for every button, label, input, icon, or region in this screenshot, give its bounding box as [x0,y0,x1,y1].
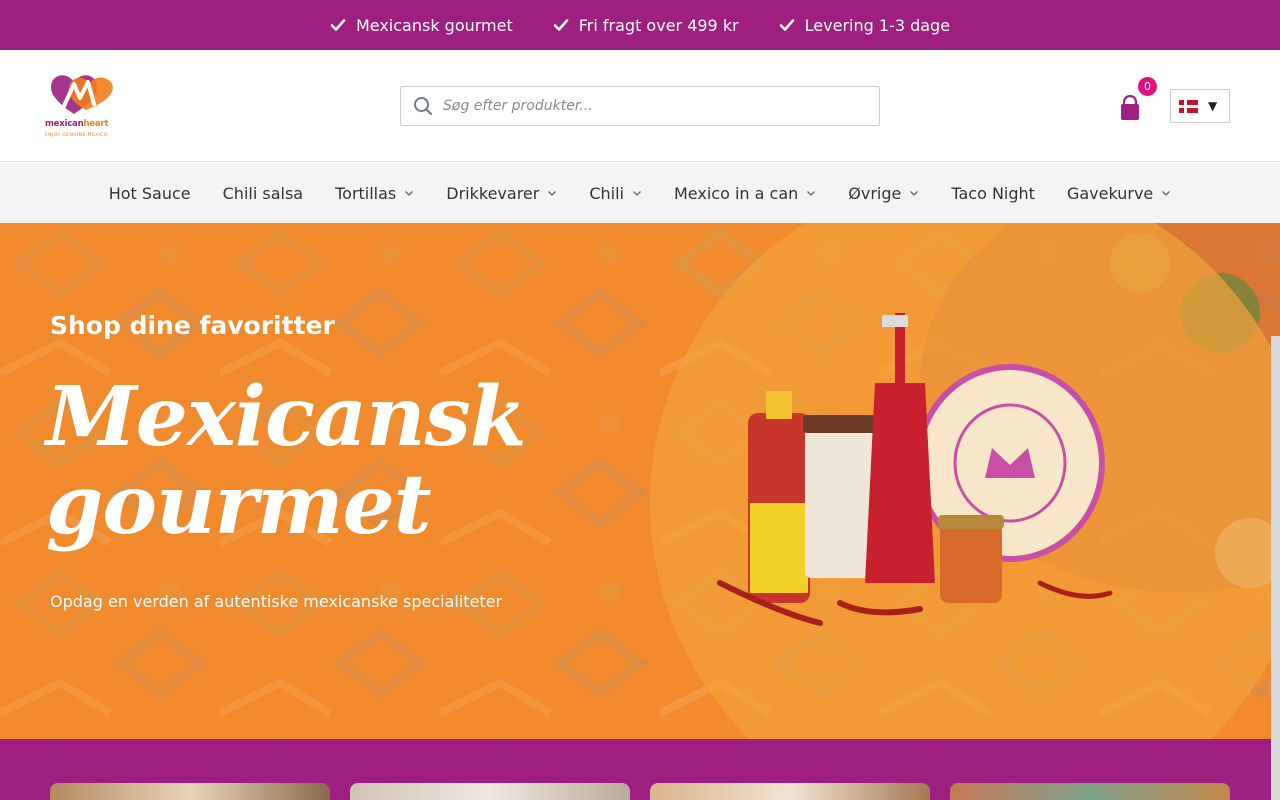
nav-item[interactable]: Gavekurve [1051,163,1187,223]
nav-item[interactable]: Tortillas [319,163,430,223]
products-illustration [650,223,1280,739]
category-card[interactable] [950,783,1230,800]
usp-item: Mexicansk gourmet [330,16,513,35]
logo-tagline: ENJOY GENUINE MEXICO [45,133,108,138]
nav-item-label: Drikkevarer [446,183,540,203]
usp-text: Fri fragt over 499 kr [578,15,739,35]
check-icon [779,19,794,31]
nav-item-label: Gavekurve [1066,183,1154,203]
search-icon[interactable] [403,96,443,116]
check-icon [553,19,569,31]
hero-banner: Shop dine favoritter Mexicansk gourmet O… [0,223,1280,739]
category-card[interactable] [350,783,630,800]
search-input[interactable] [443,88,879,124]
cart-count-badge: 0 [1138,77,1157,96]
logo-wordmark: mexicanheart [45,119,109,129]
chevron-down-icon [807,191,816,196]
nav-item-label: Chili salsa [222,183,304,203]
chevron-down-icon [405,191,414,196]
usp-item: Levering 1-3 dage [779,16,950,35]
language-selector[interactable]: ▼ [1170,89,1230,123]
shopping-bag-icon[interactable] [1118,95,1142,123]
nav-item[interactable]: Taco Night [935,163,1051,223]
chevron-down-icon [1162,191,1171,196]
check-icon [330,19,346,31]
nav-item-label: Chili [589,183,624,203]
nav-item-label: Tortillas [335,183,397,203]
site-logo[interactable]: mexicanheart ENJOY GENUINE MEXICO [44,70,119,144]
nav-item-label: Øvrige [848,183,902,203]
category-card[interactable] [50,783,330,800]
main-navigation: Hot Sauce Chili salsa Tortillas Drikkevarer… [0,163,1280,223]
heart-logo-icon [50,75,113,114]
nav-item[interactable]: Øvrige [832,163,935,223]
category-card[interactable] [650,783,930,800]
hero-kicker: Shop dine favoritter [50,311,335,340]
usp-text: Levering 1-3 dage [804,15,951,35]
nav-item-label: Taco Night [951,183,1035,203]
category-cards-section [0,739,1280,800]
nav-item[interactable]: Mexico in a can [658,163,832,223]
nav-item-label: Hot Sauce [108,183,191,203]
hero-subtitle: Opdag en verden af autentiske mexicanske… [50,592,503,611]
nav-item[interactable]: Chili [573,163,658,223]
chevron-down-icon [633,191,641,196]
page-scrollbar[interactable] [1271,336,1280,800]
chevron-down-icon [910,191,919,196]
caret-down-icon: ▼ [1208,99,1218,113]
chevron-down-icon [548,191,557,196]
usp-item: Fri fragt over 499 kr [553,16,739,35]
site-header: mexicanheart ENJOY GENUINE MEXICO 0 ▼ [0,50,1280,162]
product-search[interactable] [400,86,880,126]
usp-text: Mexicansk gourmet [355,15,513,35]
nav-item[interactable]: Chili salsa [207,163,319,223]
nav-item[interactable]: Hot Sauce [93,163,207,223]
usp-bar: Mexicansk gourmet Fri fragt over 499 kr … [0,0,1280,50]
danish-flag-icon [1179,99,1198,113]
hero-title: Mexicansk gourmet [46,369,527,553]
nav-item[interactable]: Drikkevarer [430,163,573,223]
nav-item-label: Mexico in a can [674,183,799,203]
